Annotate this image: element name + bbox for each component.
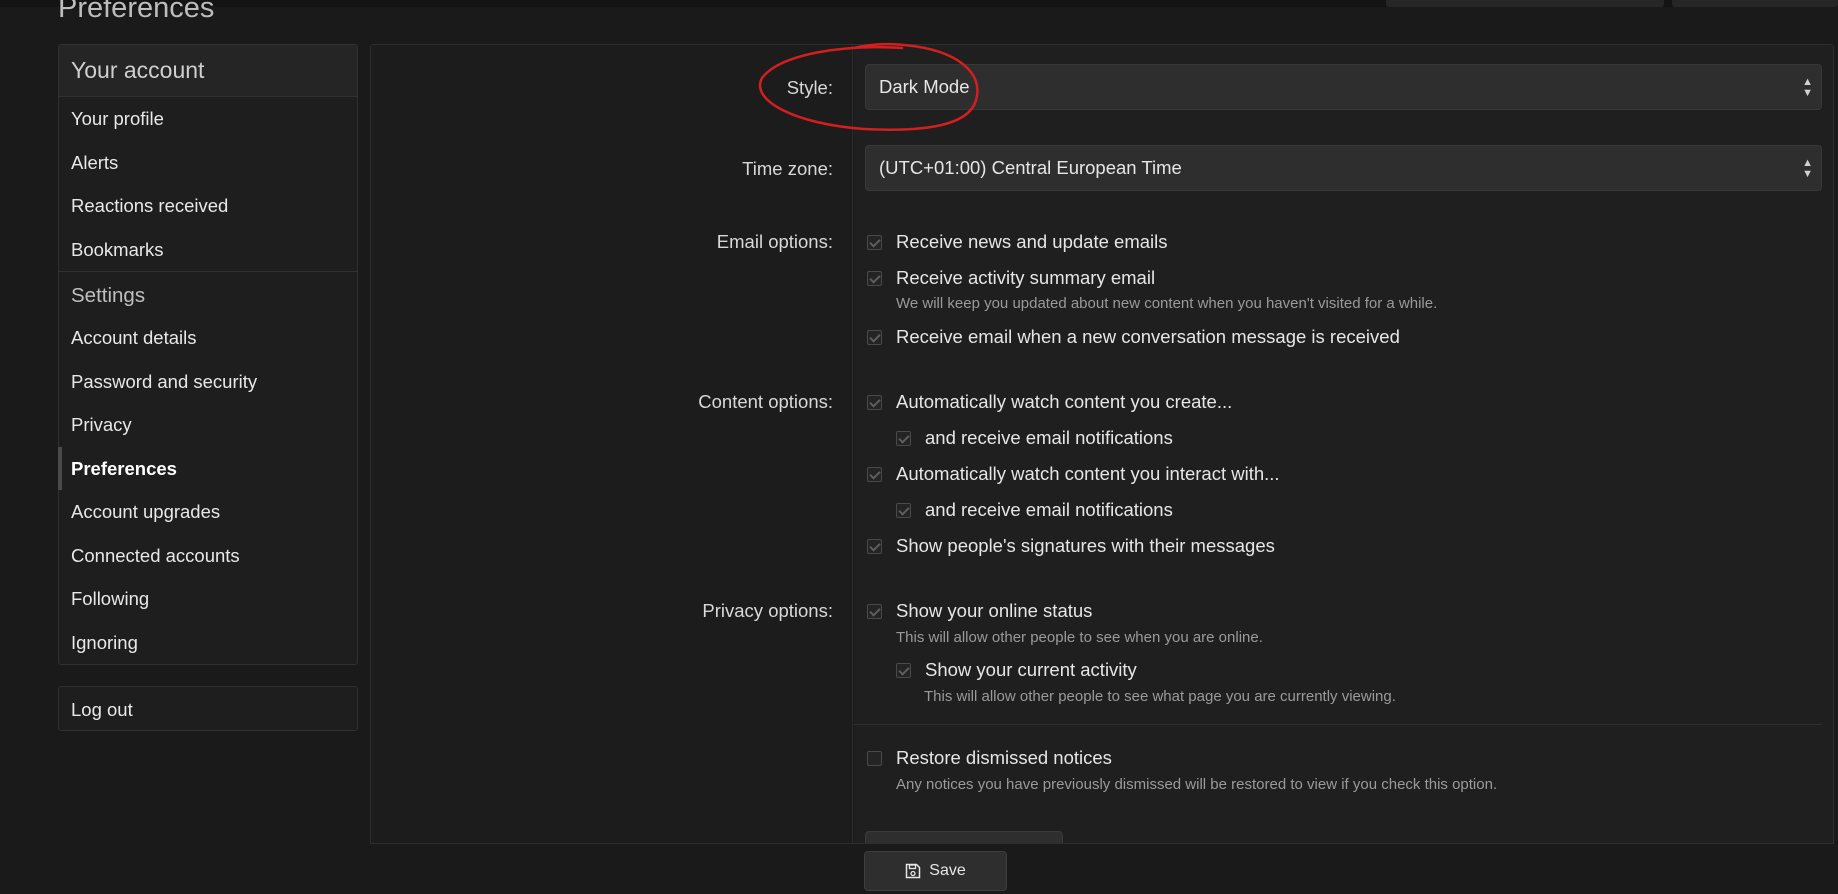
watch-create-email-text: and receive email notifications (925, 427, 1173, 448)
watch-create-checkbox[interactable] (867, 395, 882, 410)
watch-create-email-checkbox[interactable] (896, 431, 911, 446)
sidebar-item-ignoring[interactable]: Ignoring (59, 621, 357, 665)
email-news-checkbox[interactable] (867, 235, 882, 250)
watch-interact-checkbox[interactable] (867, 467, 882, 482)
email-conversation-option: Receive email when a new conversation me… (867, 326, 1400, 348)
email-summary-hint: We will keep you updated about new conte… (896, 295, 1438, 312)
save-icon (906, 863, 921, 879)
watch-interact-option: Automatically watch content you interact… (867, 463, 1280, 485)
timezone-label: Time zone: (742, 158, 833, 179)
page-title: Preferences (58, 0, 215, 24)
privacy-options-label: Privacy options: (702, 600, 833, 621)
email-summary-text: Receive activity summary email (896, 267, 1156, 288)
top-bar (0, 0, 1838, 7)
online-status-text: Show your online status (896, 600, 1093, 621)
email-summary-checkbox[interactable] (867, 271, 882, 286)
sidebar-item-connected-accounts[interactable]: Connected accounts (59, 534, 357, 578)
current-activity-hint: This will allow other people to see what… (924, 688, 1396, 705)
select-arrows-icon: ▲ ▼ (1802, 76, 1813, 99)
online-status-checkbox[interactable] (867, 604, 882, 619)
timezone-select[interactable]: (UTC+01:00) Central European Time ▲ ▼ (865, 145, 1822, 191)
sidebar-item-following[interactable]: Following (59, 577, 357, 621)
signatures-option: Show people's signatures with their mess… (867, 535, 1275, 557)
signatures-text: Show people's signatures with their mess… (896, 535, 1275, 556)
style-label: Style: (786, 77, 833, 98)
save-button[interactable]: Save (864, 851, 1007, 891)
restore-notices-hint: Any notices you have previously dismisse… (896, 776, 1498, 793)
current-activity-option: Show your current activity (896, 659, 1137, 681)
watch-create-email-option: and receive email notifications (896, 427, 1173, 449)
watch-create-text: Automatically watch content you create..… (896, 391, 1233, 412)
restore-notices-option: Restore dismissed notices (867, 747, 1112, 769)
sidebar-item-account-details[interactable]: Account details (59, 316, 357, 360)
email-news-option: Receive news and update emails (867, 231, 1168, 253)
save-button-label: Save (929, 862, 966, 879)
sidebar-item-bookmarks[interactable]: Bookmarks (59, 228, 357, 272)
current-activity-checkbox[interactable] (896, 663, 911, 678)
watch-interact-text: Automatically watch content you interact… (896, 463, 1280, 484)
watch-create-option: Automatically watch content you create..… (867, 391, 1232, 413)
style-select-value: Dark Mode (879, 76, 970, 97)
restore-notices-checkbox[interactable] (867, 751, 882, 766)
watch-interact-email-option: and receive email notifications (896, 499, 1173, 521)
select-arrows-icon: ▲ ▼ (1802, 157, 1813, 180)
top-bar-tab[interactable] (1386, 0, 1664, 7)
watch-interact-email-checkbox[interactable] (896, 503, 911, 518)
account-sidebar: Your account Your profile Alerts Reactio… (58, 44, 358, 665)
sidebar-item-password-security[interactable]: Password and security (59, 360, 357, 404)
sidebar-header: Your account (59, 45, 357, 97)
sidebar-item-account-upgrades[interactable]: Account upgrades (59, 490, 357, 534)
email-conversation-checkbox[interactable] (867, 330, 882, 345)
email-summary-option: Receive activity summary email (867, 267, 1155, 289)
email-conversation-text: Receive email when a new conversation me… (896, 326, 1400, 347)
email-options-label: Email options: (716, 231, 833, 252)
email-news-text: Receive news and update emails (896, 231, 1168, 252)
online-status-hint: This will allow other people to see when… (896, 629, 1263, 646)
content-options-label: Content options: (698, 391, 833, 412)
restore-notices-text: Restore dismissed notices (896, 747, 1112, 768)
sidebar-settings-header: Settings (59, 271, 357, 316)
sidebar-item-reactions-received[interactable]: Reactions received (59, 184, 357, 228)
sidebar-item-your-profile[interactable]: Your profile (59, 97, 357, 141)
top-bar-tab[interactable] (1672, 0, 1838, 7)
sidebar-item-alerts[interactable]: Alerts (59, 141, 357, 185)
current-activity-text: Show your current activity (925, 659, 1137, 680)
sidebar-item-privacy[interactable]: Privacy (59, 403, 357, 447)
style-select[interactable]: Dark Mode ▲ ▼ (865, 64, 1822, 110)
preferences-form: Style: Dark Mode ▲ ▼ Time zone: (UTC+01:0… (370, 44, 1834, 894)
online-status-option: Show your online status (867, 600, 1092, 622)
timezone-select-value: (UTC+01:00) Central European Time (879, 157, 1182, 178)
watch-interact-email-text: and receive email notifications (925, 499, 1173, 520)
sidebar-item-preferences[interactable]: Preferences (58, 446, 357, 491)
logout-button[interactable]: Log out (58, 686, 358, 731)
signatures-checkbox[interactable] (867, 539, 882, 554)
form-footer: Save (370, 843, 1834, 894)
form-divider (854, 724, 1822, 725)
